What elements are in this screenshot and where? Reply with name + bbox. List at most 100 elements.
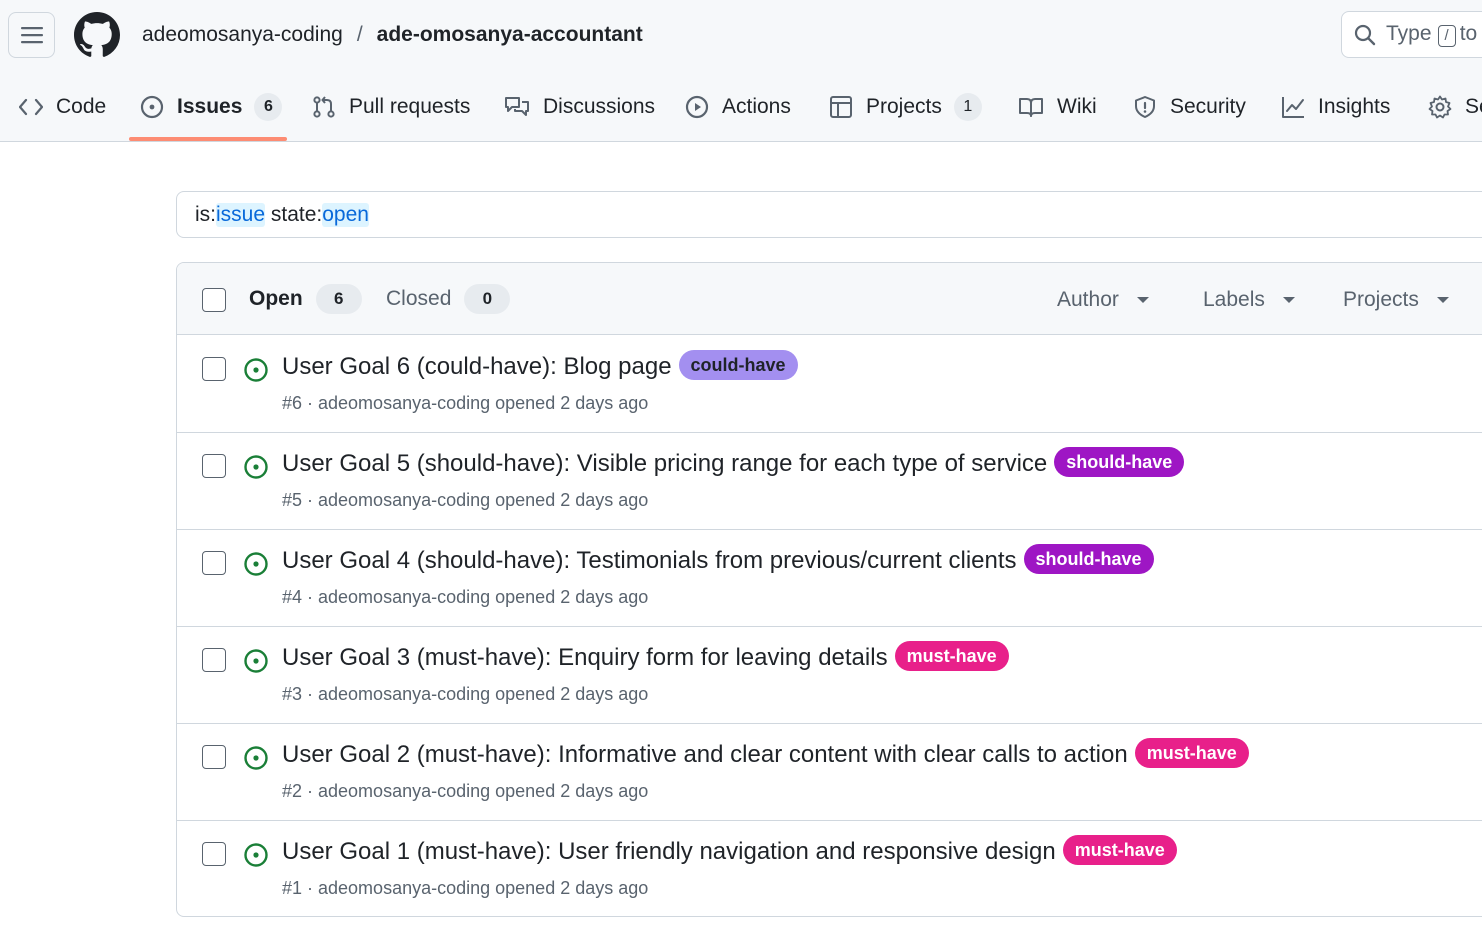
select-all-checkbox[interactable] bbox=[202, 288, 226, 312]
closed-issues-tab[interactable]: Closed 0 bbox=[386, 283, 511, 315]
caret-down-icon bbox=[1282, 297, 1295, 303]
issue-opened-icon bbox=[140, 95, 164, 119]
issue-title-line: User Goal 6 (could-have): Blog page could… bbox=[282, 350, 798, 384]
tab-insights[interactable]: Insights bbox=[1281, 84, 1390, 130]
issue-meta: #3 · adeomosanya-coding opened 2 days ag… bbox=[282, 684, 649, 704]
comment-discussion-icon bbox=[505, 97, 529, 116]
issue-title-link[interactable]: User Goal 6 (could-have): Blog page bbox=[282, 350, 672, 384]
issue-label-badge[interactable]: could-have bbox=[678, 350, 798, 380]
repo-header: adeomosanya-coding / ade-omosanya-accounta… bbox=[0, 0, 1482, 142]
issue-title-link[interactable]: User Goal 5 (should-have): Visible prici… bbox=[282, 447, 1047, 481]
issue-meta: #6 · adeomosanya-coding opened 2 days ag… bbox=[282, 393, 649, 413]
issue-title-link[interactable]: User Goal 4 (should-have): Testimonials … bbox=[282, 544, 1017, 578]
graph-icon bbox=[1282, 97, 1304, 118]
search-placeholder: Type / to bbox=[1386, 22, 1478, 47]
play-icon bbox=[685, 95, 709, 119]
author-filter-dropdown[interactable]: Author bbox=[1057, 285, 1149, 315]
tab-label: Insights bbox=[1318, 95, 1391, 118]
hamburger-menu-button[interactable] bbox=[8, 12, 55, 58]
issue-row[interactable]: User Goal 2 (must-have): Informative and… bbox=[177, 724, 1482, 821]
search-icon bbox=[1354, 24, 1376, 45]
issue-label-badge[interactable]: must-have bbox=[1062, 835, 1177, 865]
filter-qualifier: state: bbox=[270, 202, 323, 226]
tab-pull-requests[interactable]: Pull requests bbox=[312, 84, 470, 130]
tab-label: Projects bbox=[866, 95, 942, 118]
repo-nav-tabs: Code Issues 6 Pull requests Discussions … bbox=[0, 84, 1482, 142]
tab-label: Security bbox=[1170, 95, 1246, 118]
issue-title-link[interactable]: User Goal 2 (must-have): Informative and… bbox=[282, 738, 1128, 772]
issue-meta: #4 · adeomosanya-coding opened 2 days ag… bbox=[282, 587, 649, 607]
labels-filter-dropdown[interactable]: Labels bbox=[1203, 285, 1295, 315]
issue-meta: #5 · adeomosanya-coding opened 2 days ag… bbox=[282, 490, 649, 510]
issue-row[interactable]: User Goal 5 (should-have): Visible prici… bbox=[177, 433, 1482, 530]
issue-label-badge[interactable]: should-have bbox=[1023, 544, 1154, 574]
issues-list: Open 6 Closed 0 Author Labels Projects U… bbox=[176, 262, 1482, 917]
issues-list-header: Open 6 Closed 0 Author Labels Projects bbox=[177, 263, 1482, 335]
issue-checkbox[interactable] bbox=[202, 357, 226, 381]
filter-qualifier: is: bbox=[195, 202, 216, 226]
issue-title-link[interactable]: User Goal 3 (must-have): Enquiry form fo… bbox=[282, 641, 888, 675]
issue-open-icon bbox=[244, 455, 268, 479]
tab-label: Se bbox=[1465, 95, 1482, 118]
tab-issues[interactable]: Issues 6 bbox=[140, 84, 283, 130]
tab-security[interactable]: Security bbox=[1133, 84, 1246, 130]
tab-code[interactable]: Code bbox=[19, 84, 106, 130]
issue-open-icon bbox=[244, 649, 268, 673]
tab-projects[interactable]: Projects 1 bbox=[829, 84, 982, 130]
dropdown-label: Labels bbox=[1203, 288, 1265, 311]
search-input[interactable]: Type / to bbox=[1341, 11, 1482, 58]
breadcrumb: adeomosanya-coding / ade-omosanya-accounta… bbox=[142, 20, 643, 50]
issue-checkbox[interactable] bbox=[202, 842, 226, 866]
issue-label-badge[interactable]: must-have bbox=[894, 641, 1009, 671]
issue-meta: #2 · adeomosanya-coding opened 2 days ag… bbox=[282, 781, 649, 801]
issue-title-link[interactable]: User Goal 1 (must-have): User friendly n… bbox=[282, 835, 1056, 869]
dropdown-label: Projects bbox=[1343, 288, 1419, 311]
issue-label-badge[interactable]: should-have bbox=[1054, 447, 1185, 477]
dropdown-label: Author bbox=[1057, 288, 1119, 311]
issue-row[interactable]: User Goal 3 (must-have): Enquiry form fo… bbox=[177, 627, 1482, 724]
issue-meta: #1 · adeomosanya-coding opened 2 days ag… bbox=[282, 878, 649, 898]
github-logo-icon[interactable] bbox=[74, 12, 120, 58]
issue-title-line: User Goal 4 (should-have): Testimonials … bbox=[282, 544, 1154, 578]
code-icon bbox=[19, 98, 43, 116]
issue-row[interactable]: User Goal 4 (should-have): Testimonials … bbox=[177, 530, 1482, 627]
tab-settings[interactable]: Se bbox=[1428, 84, 1482, 130]
gear-icon bbox=[1428, 95, 1452, 119]
tab-actions[interactable]: Actions bbox=[685, 84, 791, 130]
issue-row[interactable]: User Goal 6 (could-have): Blog page could… bbox=[177, 336, 1482, 433]
repo-owner-link[interactable]: adeomosanya-coding bbox=[142, 23, 343, 46]
tab-label: Discussions bbox=[543, 95, 656, 118]
open-issues-tab[interactable]: Open 6 bbox=[249, 283, 362, 315]
caret-down-icon bbox=[1136, 297, 1149, 303]
tab-label: Actions bbox=[722, 95, 791, 118]
issue-filter-input[interactable]: is: issue state: open bbox=[176, 191, 1482, 238]
issue-title-line: User Goal 1 (must-have): User friendly n… bbox=[282, 835, 1177, 869]
tab-wiki[interactable]: Wiki bbox=[1018, 84, 1097, 130]
book-icon bbox=[1019, 98, 1043, 117]
issue-checkbox[interactable] bbox=[202, 551, 226, 575]
issue-checkbox[interactable] bbox=[202, 648, 226, 672]
repo-name-link[interactable]: ade-omosanya-accountant bbox=[377, 23, 643, 46]
open-count-badge: 6 bbox=[315, 284, 362, 314]
tab-label: Wiki bbox=[1057, 95, 1097, 118]
search-shortcut-key: / bbox=[1437, 25, 1456, 47]
issue-open-icon bbox=[244, 746, 268, 770]
table-icon bbox=[830, 96, 852, 118]
issue-title-line: User Goal 3 (must-have): Enquiry form fo… bbox=[282, 641, 1009, 675]
filter-value: issue bbox=[216, 202, 266, 227]
issue-open-icon bbox=[244, 843, 268, 867]
issue-open-icon bbox=[244, 358, 268, 382]
tab-label: Pull requests bbox=[349, 95, 471, 118]
breadcrumb-separator: / bbox=[356, 23, 363, 46]
issue-label-badge[interactable]: must-have bbox=[1134, 738, 1249, 768]
tab-discussions[interactable]: Discussions bbox=[504, 84, 655, 130]
projects-count-badge: 1 bbox=[953, 93, 982, 121]
issue-title-line: User Goal 2 (must-have): Informative and… bbox=[282, 738, 1249, 772]
issue-row[interactable]: User Goal 1 (must-have): User friendly n… bbox=[177, 821, 1482, 916]
projects-filter-dropdown[interactable]: Projects bbox=[1343, 285, 1449, 315]
open-label: Open bbox=[249, 287, 303, 310]
issue-checkbox[interactable] bbox=[202, 454, 226, 478]
issue-open-icon bbox=[244, 552, 268, 576]
filter-value: open bbox=[322, 202, 369, 227]
issue-checkbox[interactable] bbox=[202, 745, 226, 769]
